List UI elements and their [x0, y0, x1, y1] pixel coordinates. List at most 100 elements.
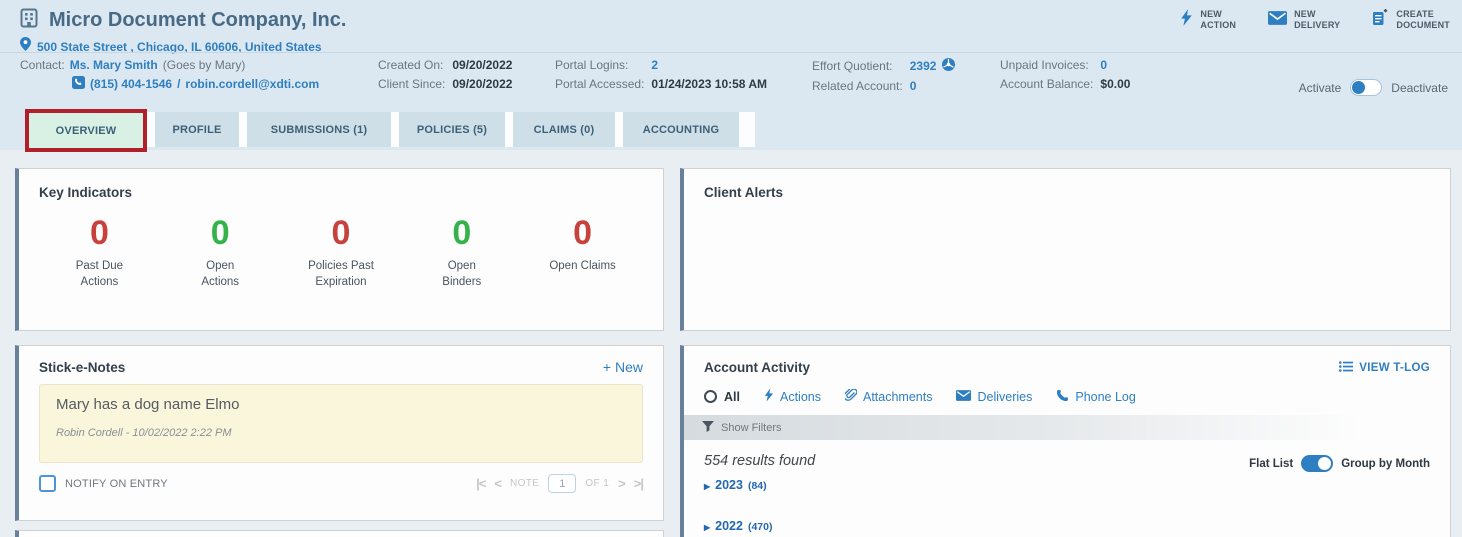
filter-deliveries-label: Deliveries [977, 390, 1032, 404]
year-count: (470) [748, 521, 773, 533]
next-note-icon[interactable]: > [618, 476, 625, 491]
key-indicators-title: Key Indicators [39, 185, 643, 200]
indicator-policies-past-expiration: 0 Policies PastExpiration [281, 216, 402, 290]
header-divider [0, 52, 1462, 53]
filter-attachments-label: Attachments [863, 390, 932, 404]
filter-attachments[interactable]: Attachments [845, 389, 932, 405]
year-label: 2022 [715, 519, 743, 533]
contact-block: Contact: Ms. Mary Smith (Goes by Mary) (… [20, 58, 319, 92]
lightning-icon [1180, 9, 1193, 31]
client-alerts-title: Client Alerts [704, 185, 1430, 200]
paperclip-icon [845, 389, 857, 405]
related-account-value[interactable]: 0 [910, 79, 956, 93]
effort-quotient-value[interactable]: 2392 [910, 59, 937, 73]
envelope-icon [1268, 11, 1287, 30]
envelope-icon [956, 390, 971, 404]
related-account-label: Related Account: [812, 79, 903, 93]
location-pin-icon [20, 37, 31, 56]
new-note-button[interactable]: + New [603, 359, 643, 375]
unpaid-invoices-value[interactable]: 0 [1100, 58, 1130, 72]
effort-quotient-label: Effort Quotient: [812, 59, 903, 73]
toggle-knob [1352, 81, 1365, 94]
account-balance-value: $0.00 [1100, 77, 1130, 91]
client-since-value: 09/20/2022 [452, 77, 512, 91]
new-action-label-2: ACTION [1200, 20, 1236, 30]
results-count: 554 results found [704, 453, 815, 469]
tab-submissions[interactable]: SUBMISSIONS (1) [247, 112, 391, 147]
year-group-2022[interactable]: ▶ 2022 (470) [704, 519, 815, 533]
filter-all[interactable]: All [704, 390, 740, 404]
phone-icon [1056, 389, 1069, 405]
dates-block: Created On: 09/20/2022 Client Since: 09/… [378, 58, 512, 91]
created-on-value: 09/20/2022 [452, 58, 512, 72]
contact-phone-link[interactable]: (815) 404-1546 [90, 77, 172, 91]
note-card[interactable]: Mary has a dog name Elmo Robin Cordell -… [39, 384, 643, 463]
filter-deliveries[interactable]: Deliveries [956, 390, 1032, 404]
flat-list-label: Flat List [1249, 458, 1293, 470]
contact-name-link[interactable]: Ms. Mary Smith [70, 58, 158, 72]
filter-all-radio[interactable] [704, 390, 717, 403]
unpaid-invoices-label: Unpaid Invoices: [1000, 58, 1093, 72]
new-action-button[interactable]: NEWACTION [1180, 9, 1236, 31]
filter-actions-label: Actions [780, 390, 821, 404]
create-document-button[interactable]: CREATEDOCUMENT [1372, 9, 1450, 31]
filter-phone-log[interactable]: Phone Log [1056, 389, 1135, 405]
last-note-icon[interactable]: >| [634, 476, 643, 491]
indicator-value[interactable]: 0 [39, 216, 160, 250]
filter-actions[interactable]: Actions [764, 388, 821, 405]
tab-accounting[interactable]: ACCOUNTING [623, 112, 739, 147]
new-delivery-button[interactable]: NEWDELIVERY [1268, 9, 1340, 31]
indicator-open-actions: 0 OpenActions [160, 216, 281, 290]
note-page-input[interactable] [548, 474, 576, 493]
first-note-icon[interactable]: |< [476, 476, 485, 491]
tab-separator [739, 112, 755, 147]
contact-alias: (Goes by Mary) [163, 58, 246, 72]
client-alerts-card: Client Alerts [680, 168, 1451, 331]
year-group-2023[interactable]: ▶ 2023 (84) [704, 478, 815, 492]
indicator-past-due-actions: 0 Past DueActions [39, 216, 160, 290]
group-by-month-toggle[interactable] [1301, 455, 1333, 472]
tab-overview[interactable]: OVERVIEW [29, 113, 143, 148]
group-by-month-label: Group by Month [1341, 458, 1430, 470]
portal-logins-label: Portal Logins: [555, 58, 644, 72]
previous-note-icon[interactable]: < [494, 476, 501, 491]
indicator-value[interactable]: 0 [160, 216, 281, 250]
indicator-value[interactable]: 0 [281, 216, 402, 250]
activate-toggle[interactable] [1350, 79, 1382, 96]
new-action-label-1: NEW [1200, 9, 1222, 19]
tab-separator [147, 112, 155, 147]
indicator-label-1: Policies Past [308, 260, 374, 272]
document-plus-icon [1372, 9, 1389, 31]
indicator-value[interactable]: 0 [522, 216, 643, 250]
created-on-label: Created On: [378, 58, 445, 72]
note-text: Mary has a dog name Elmo [56, 396, 626, 413]
pie-chart-icon[interactable] [942, 58, 955, 74]
tab-profile[interactable]: PROFILE [155, 112, 239, 147]
tab-policies[interactable]: POLICIES (5) [399, 112, 505, 147]
contact-email-link[interactable]: robin.cordell@xdti.com [185, 77, 319, 91]
deactivate-label: Deactivate [1391, 81, 1448, 95]
year-count: (84) [748, 480, 767, 492]
chevron-right-icon: ▶ [704, 482, 710, 491]
notify-on-entry-checkbox[interactable] [39, 475, 56, 492]
account-balance-label: Account Balance: [1000, 77, 1093, 91]
building-icon [18, 7, 40, 34]
active-tab-annotation: OVERVIEW [25, 109, 147, 152]
tab-separator [615, 112, 623, 147]
portal-logins-value[interactable]: 2 [651, 58, 767, 72]
indicator-label-2: Actions [201, 276, 239, 288]
indicator-value[interactable]: 0 [401, 216, 522, 250]
page-title: Micro Document Company, Inc. [49, 9, 346, 32]
list-icon [1339, 361, 1353, 375]
stick-e-notes-card: Stick-e-Notes + New Mary has a dog name … [15, 345, 664, 521]
view-tlog-button[interactable]: VIEW T-LOG [1339, 361, 1430, 375]
portal-accessed-value: 01/24/2023 10:58 AM [651, 77, 767, 91]
account-activity-title: Account Activity [704, 360, 810, 375]
show-filters-button[interactable]: Show Filters [684, 415, 1364, 440]
phone-icon [72, 76, 85, 92]
lightning-icon [764, 388, 774, 405]
contact-separator: / [177, 77, 180, 91]
account-activity-card: Account Activity VIEW T-LOG All Actions … [680, 345, 1451, 537]
tab-claims[interactable]: CLAIMS (0) [513, 112, 615, 147]
key-indicators-card: Key Indicators 0 Past DueActions 0 OpenA… [15, 168, 664, 331]
